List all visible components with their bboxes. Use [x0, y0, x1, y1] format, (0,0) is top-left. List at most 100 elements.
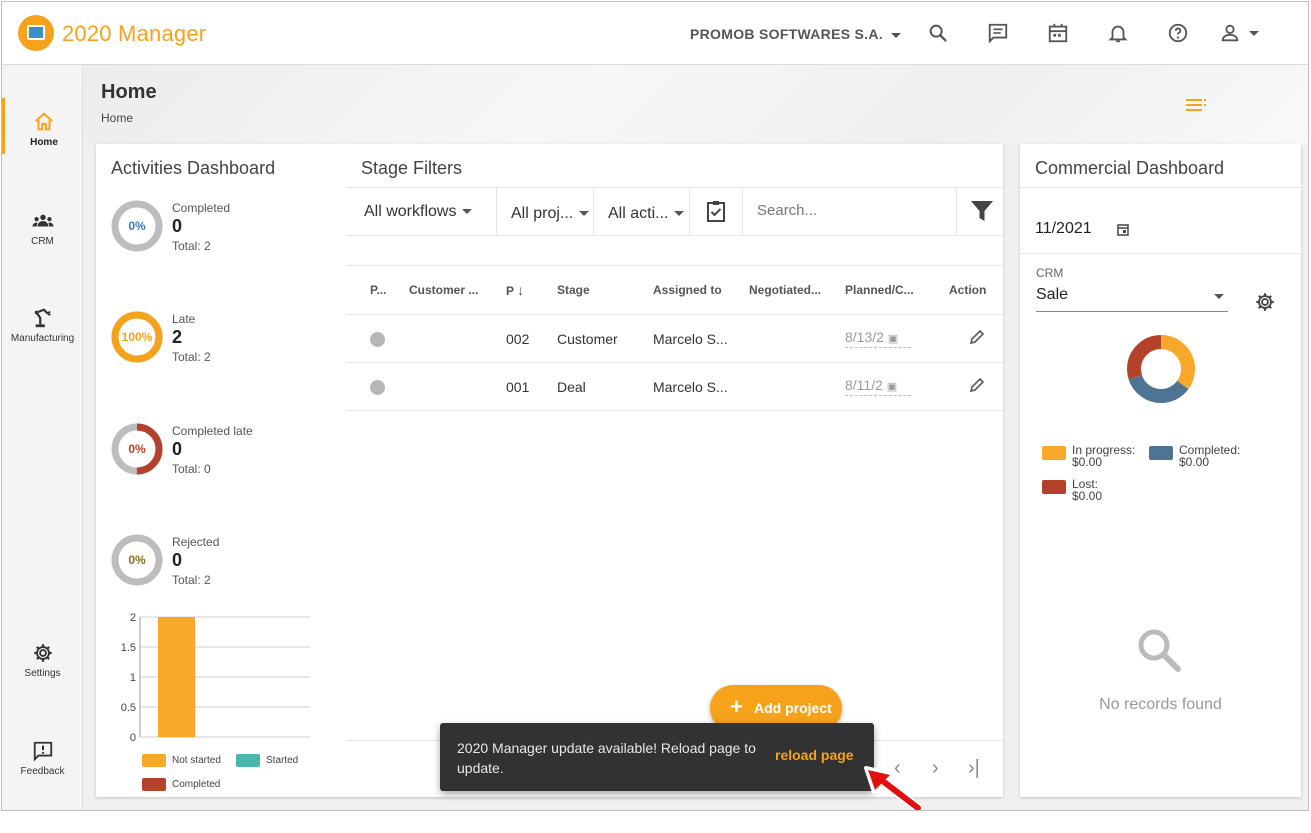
- legend-value: $0.00: [1179, 455, 1210, 469]
- gear-icon[interactable]: [1254, 291, 1276, 313]
- crm-select[interactable]: Sale: [1036, 286, 1228, 312]
- divider: [1020, 253, 1301, 254]
- activities-title: Activities Dashboard: [111, 158, 276, 178]
- page-title: Home: [101, 81, 157, 103]
- stage-cell: Deal: [557, 362, 653, 411]
- checklist-filter-button[interactable]: [690, 188, 743, 235]
- list-menu-icon[interactable]: [1186, 98, 1206, 112]
- planned-date-field[interactable]: 8/11/2 ▣: [845, 377, 911, 396]
- col-action: Action: [949, 265, 1006, 315]
- project-filter[interactable]: All proj...: [497, 188, 594, 235]
- planned-date-value: 8/11/2: [845, 377, 883, 393]
- search-empty-icon: [1138, 629, 1181, 672]
- project-cell: 001: [506, 362, 557, 411]
- company-selector[interactable]: PROMOB SOFTWARES S.A.: [690, 26, 901, 42]
- customer-cell: [409, 362, 506, 411]
- sidebar-item-settings[interactable]: Settings: [2, 642, 83, 679]
- page-header: Home Home: [84, 65, 1308, 145]
- commercial-card: Commercial Dashboard 11/2021 CRM Sale In…: [1020, 144, 1301, 797]
- legend-swatch: [236, 754, 260, 767]
- edit-pencil-icon[interactable]: [969, 329, 985, 345]
- pointer-arrow-icon: [864, 766, 923, 810]
- project-filter-value: All proj...: [511, 205, 574, 222]
- ring-percent: 0%: [128, 553, 146, 567]
- reload-page-button[interactable]: reload page: [775, 747, 854, 763]
- plus-icon: +: [730, 694, 743, 719]
- workflow-filter-value: All workflows: [364, 203, 457, 220]
- calendar-icon: [1117, 224, 1129, 236]
- legend-swatch: [142, 778, 166, 791]
- sidebar-item-label: Manufacturing: [10, 333, 75, 344]
- gear-icon: [33, 644, 52, 662]
- help-icon[interactable]: [1167, 22, 1189, 44]
- workflow-filter[interactable]: All workflows: [346, 188, 497, 235]
- ring-percent: 0%: [128, 219, 146, 233]
- sidebar-item-label: CRM: [31, 236, 54, 247]
- legend-item-started: Started: [236, 754, 298, 767]
- action-cell: [949, 314, 1006, 363]
- legend-item-completed: Completed: [142, 778, 220, 791]
- month-picker[interactable]: 11/2021: [1035, 220, 1145, 242]
- sidebar-item-home[interactable]: Home: [2, 98, 83, 154]
- assigned-cell: Marcelo S...: [653, 314, 749, 363]
- ring-completed: 0% Completed 0 Total: 2: [110, 199, 310, 259]
- col-stage[interactable]: Stage: [557, 265, 653, 315]
- ring-value: 0: [172, 216, 183, 236]
- brand-logo-icon[interactable]: [18, 15, 54, 51]
- crm-select-value: Sale: [1036, 286, 1069, 303]
- bell-icon[interactable]: [1107, 22, 1129, 44]
- edit-pencil-icon[interactable]: [969, 377, 985, 393]
- robot-arm-icon: [34, 308, 51, 328]
- legend-label: Started: [266, 755, 299, 767]
- next-page-icon[interactable]: ›: [932, 757, 939, 780]
- funnel-icon: [971, 201, 993, 221]
- sidebar-item-manufacturing[interactable]: Manufacturing: [2, 307, 83, 344]
- brand-name[interactable]: 2020 Manager: [62, 21, 206, 47]
- y-tick-label: 2: [130, 612, 136, 624]
- ring-rejected: 0% Rejected 0 Total: 2: [110, 533, 310, 593]
- ring-total: Total: 2: [172, 573, 211, 587]
- legend-item-not-started: Not started: [142, 754, 221, 767]
- ring-percent: 100%: [121, 330, 153, 344]
- divider: [1020, 187, 1301, 188]
- stage-section: Stage Filters All workflows All proj... …: [346, 144, 1006, 797]
- chevron-down-icon: [579, 211, 590, 217]
- ring-value: 2: [172, 327, 183, 347]
- filter-button[interactable]: [956, 188, 1006, 235]
- planned-date-field[interactable]: 8/13/2 ▣: [845, 329, 911, 348]
- ring-total: Total: 0: [172, 462, 211, 476]
- chevron-down-icon: [1249, 31, 1259, 36]
- legend-in-progress: In progress: $0.00: [1042, 444, 1152, 470]
- col-project[interactable]: P ↓: [506, 265, 557, 315]
- action-cell: [949, 362, 1006, 411]
- status-cell: [346, 362, 409, 411]
- commercial-title: Commercial Dashboard: [1035, 158, 1225, 178]
- filter-bar: All workflows All proj... All acti... Se…: [346, 187, 1006, 236]
- home-icon: [35, 112, 53, 131]
- user-menu-button[interactable]: [1219, 22, 1263, 46]
- clipboard-check-icon: [707, 201, 725, 222]
- activity-filter[interactable]: All acti...: [594, 188, 690, 235]
- legend-label: Not started: [172, 755, 221, 767]
- sidebar-item-feedback[interactable]: Feedback: [2, 740, 83, 777]
- calendar-icon[interactable]: [1047, 22, 1069, 44]
- sidebar-item-crm[interactable]: CRM: [2, 210, 83, 247]
- col-assigned[interactable]: Assigned to: [653, 265, 749, 315]
- ring-completed-late: 0% Completed late 0 Total: 0: [110, 422, 310, 482]
- col-customer[interactable]: Customer ...: [409, 265, 506, 315]
- table-row[interactable]: 002 Customer Marcelo S... 8/13/2 ▣: [346, 314, 1006, 363]
- chat-icon[interactable]: [987, 22, 1009, 44]
- search-input[interactable]: Search...: [757, 188, 817, 235]
- status-bar-chart: 2 1.5 1 0.5 0 Not started Started Completed: [110, 609, 320, 799]
- last-page-icon[interactable]: ›|: [968, 757, 980, 780]
- col-negotiated[interactable]: Negotiated...: [749, 265, 845, 315]
- ring-value: 0: [172, 550, 183, 570]
- table-row[interactable]: 001 Deal Marcelo S... 8/11/2 ▣: [346, 362, 1006, 411]
- legend-lost: Lost: $0.00: [1042, 478, 1152, 504]
- search-icon[interactable]: [927, 22, 949, 44]
- y-tick-label: 0: [130, 732, 136, 744]
- col-planned[interactable]: Planned/C...: [845, 265, 949, 315]
- col-p[interactable]: P...: [346, 265, 409, 315]
- projects-table: P... Customer ... P ↓ Stage Assigned to …: [346, 265, 1006, 411]
- breadcrumb[interactable]: Home: [101, 111, 133, 125]
